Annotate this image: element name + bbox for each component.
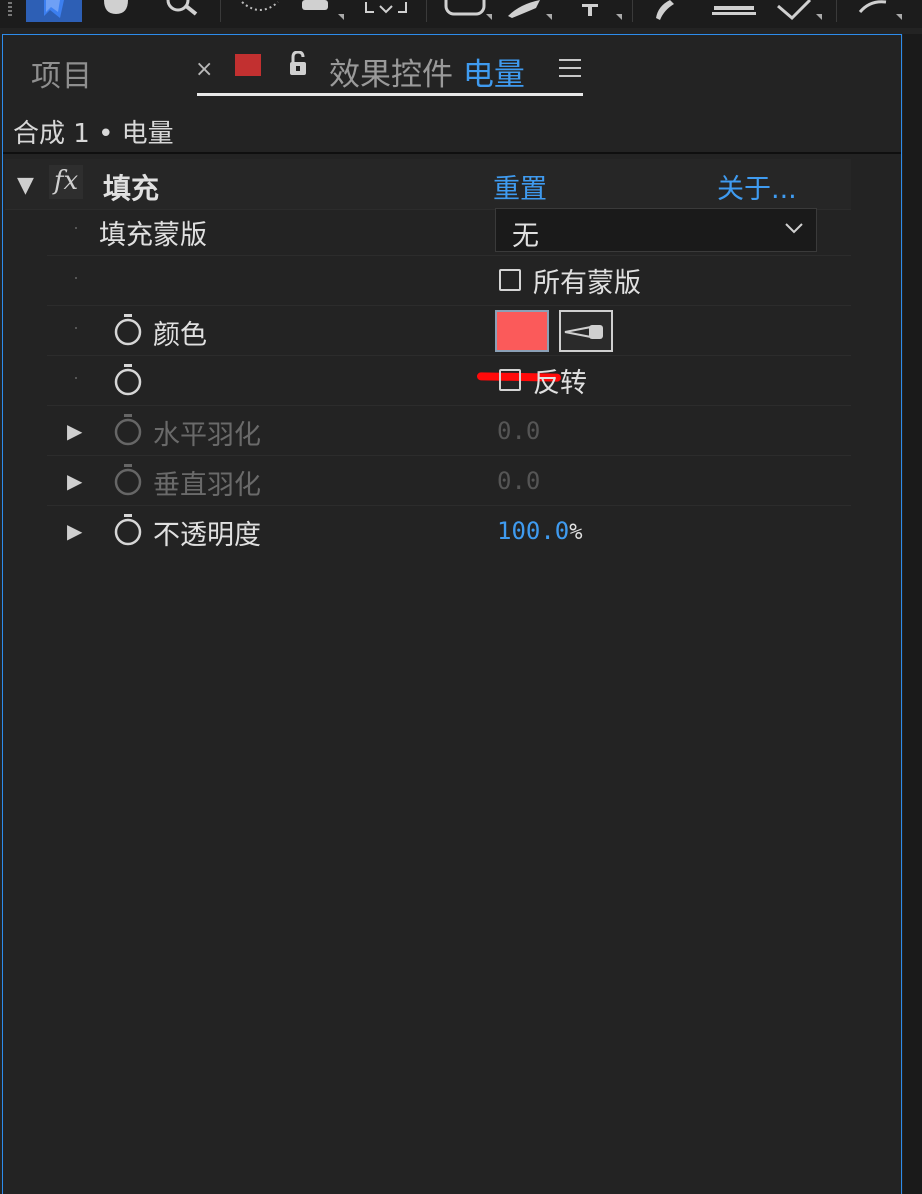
stopwatch-icon[interactable]	[113, 513, 143, 547]
brush-tool-icon	[656, 0, 674, 20]
effect-name[interactable]: 填充	[103, 167, 159, 207]
row-dot	[75, 327, 77, 329]
all-masks-checkbox[interactable]	[499, 269, 521, 291]
text-tool-icon	[582, 4, 622, 20]
breadcrumb-divider	[3, 152, 901, 154]
opacity-expand[interactable]: ▶	[67, 519, 82, 543]
selection-tool-icon	[44, 0, 64, 18]
opacity-unit: %	[569, 520, 583, 545]
color-label: 颜色	[153, 320, 207, 351]
zoom-tool-icon	[166, 0, 198, 16]
lock-icon[interactable]	[287, 50, 309, 81]
tab-close-button[interactable]: ×	[195, 57, 213, 82]
all-masks-label[interactable]: 所有蒙版	[533, 261, 641, 300]
tab-label-color-swatch	[235, 54, 261, 76]
selection-tool-button[interactable]	[26, 0, 82, 22]
brush-tool-button[interactable]	[646, 0, 686, 22]
stopwatch-icon[interactable]	[113, 363, 143, 397]
all-masks-row: 所有蒙版	[47, 255, 851, 306]
opacity-value: 100.0	[497, 517, 570, 545]
vertical-feather-row: ▶ 垂直羽化 0.0	[47, 455, 851, 506]
tools-toolbar	[0, 0, 922, 28]
horizontal-feather-label: 水平羽化	[153, 420, 261, 451]
effect-controls-panel: 项目 × 效果控件 电量 合成 1 • 电量 ▼ fx 填充 重置 关于... …	[2, 34, 902, 1194]
eraser-tool-button[interactable]	[770, 0, 830, 22]
chevron-down-icon	[785, 223, 803, 234]
puppet-tool-button[interactable]	[850, 0, 910, 22]
invert-checkbox[interactable]	[499, 369, 521, 391]
horizontal-feather-row: ▶ 水平羽化 0.0	[47, 405, 851, 456]
fill-mask-dropdown[interactable]: 无	[495, 208, 817, 252]
row-dot	[75, 377, 77, 379]
fx-enable-icon[interactable]: fx	[49, 165, 83, 199]
stamp-tool-icon	[712, 6, 756, 15]
opacity-value-group[interactable]: 100.0%	[497, 517, 583, 545]
invert-label[interactable]: 反转	[533, 361, 587, 400]
stopwatch-icon[interactable]	[113, 413, 143, 447]
tab-title-layer: 电量	[462, 57, 525, 93]
color-row: 颜色	[47, 305, 851, 356]
active-tab-indicator	[197, 93, 583, 96]
toolbar-grip[interactable]	[8, 2, 12, 18]
opacity-label: 不透明度	[153, 520, 261, 551]
panel-tab-bar: 项目 × 效果控件 电量	[3, 35, 901, 97]
eraser-tool-icon	[777, 0, 822, 21]
vertical-feather-expand[interactable]: ▶	[67, 469, 82, 493]
vertical-feather-value[interactable]: 0.0	[497, 467, 540, 495]
tab-title-prefix: 效果控件	[329, 57, 463, 93]
color-swatch[interactable]	[495, 310, 549, 352]
horizontal-feather-expand[interactable]: ▶	[67, 419, 82, 443]
pen-tool-button[interactable]	[502, 0, 558, 22]
stopwatch-icon[interactable]	[113, 313, 143, 347]
eyedropper-icon	[564, 325, 603, 339]
anchor-tool-icon	[365, 2, 407, 14]
camera-tool-button[interactable]	[298, 0, 348, 22]
panel-right-gutter	[903, 34, 922, 1194]
shape-tool-icon	[444, 0, 492, 20]
panel-menu-icon[interactable]	[559, 59, 581, 83]
tab-effect-controls[interactable]: 效果控件 电量	[329, 49, 525, 94]
effect-header-row: ▼ fx 填充 重置 关于...	[5, 159, 851, 210]
reset-link[interactable]: 重置	[493, 167, 547, 206]
stamp-tool-button[interactable]	[704, 0, 764, 22]
text-tool-button[interactable]	[572, 0, 628, 22]
shape-tool-button[interactable]	[440, 0, 496, 22]
anchor-tool-button[interactable]	[360, 0, 414, 22]
row-dot	[75, 227, 77, 229]
vertical-feather-label: 垂直羽化	[153, 470, 261, 501]
puppet-tool-icon	[858, 0, 902, 20]
fill-mask-row: 填充蒙版 无	[47, 205, 851, 256]
effect-collapse-toggle[interactable]: ▼	[17, 173, 34, 198]
hand-tool-icon	[104, 0, 128, 14]
horizontal-feather-value[interactable]: 0.0	[497, 417, 540, 445]
rotate-tool-icon	[241, 1, 279, 11]
opacity-row: ▶ 不透明度 100.0%	[47, 505, 851, 555]
stopwatch-icon[interactable]	[113, 463, 143, 497]
row-dot	[75, 277, 77, 279]
tab-project[interactable]: 项目	[31, 51, 93, 95]
about-link[interactable]: 关于...	[717, 167, 797, 206]
hand-tool-button[interactable]	[96, 0, 136, 22]
invert-row: 反转	[47, 355, 851, 406]
breadcrumb: 合成 1 • 电量	[13, 119, 174, 149]
zoom-tool-button[interactable]	[160, 0, 204, 22]
pen-tool-icon	[508, 0, 552, 20]
eyedropper-button[interactable]	[559, 310, 613, 352]
fill-mask-label: 填充蒙版	[99, 220, 207, 251]
fill-mask-value: 无	[512, 221, 539, 252]
rotate-tool-button[interactable]	[236, 0, 286, 22]
camera-tool-icon	[302, 0, 344, 20]
